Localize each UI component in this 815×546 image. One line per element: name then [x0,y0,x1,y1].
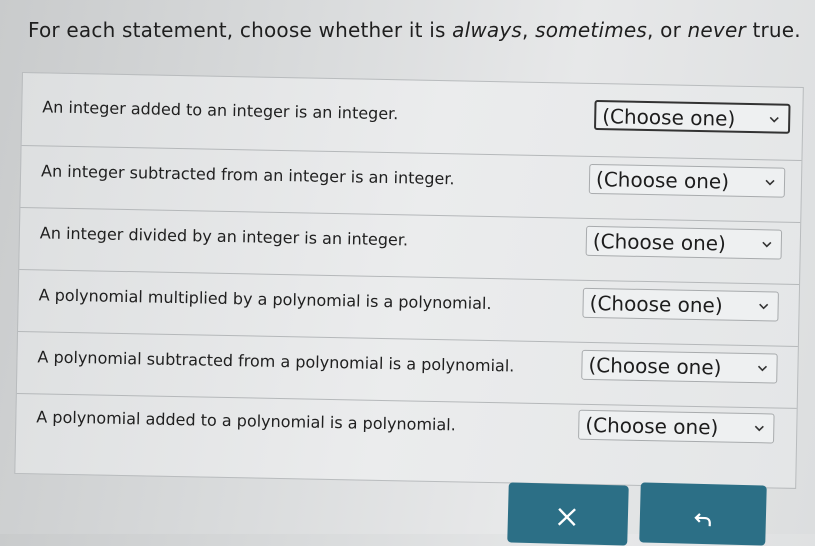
chevron-down-icon [762,241,772,248]
select-value: (Choose one) [589,290,723,318]
instructions-sometimes: sometimes [535,18,648,42]
instructions-never: never [687,18,746,42]
answer-select[interactable]: (Choose one) [588,163,786,198]
undo-button[interactable] [639,482,767,546]
statement-text: An integer subtracted from an integer is… [40,161,455,189]
chevron-down-icon [754,425,764,432]
chevron-down-icon [759,303,769,310]
instructions-sep2: , or [647,18,688,42]
statement-text: A polynomial added to a polynomial is a … [36,407,456,435]
answer-select[interactable]: (Choose one) [578,409,775,444]
statement-text: A polynomial subtracted from a polynomia… [37,347,515,376]
statements-panel: An integer added to an integer is an int… [14,72,804,489]
statement-text: An integer added to an integer is an int… [42,97,399,124]
answer-select[interactable]: (Choose one) [582,287,779,322]
instructions-sep1: , [522,18,536,42]
statement-row-1: An integer added to an integer is an int… [42,89,791,155]
select-value: (Choose one) [585,412,719,440]
instructions-always: always [452,18,523,42]
select-value: (Choose one) [588,352,722,380]
select-value: (Choose one) [592,228,727,256]
instructions: For each statement, choose whether it is… [28,18,801,42]
chevron-down-icon [757,365,768,372]
select-value: (Choose one) [595,167,730,194]
chevron-down-icon [769,116,779,123]
select-value: (Choose one) [602,104,736,131]
answer-select[interactable]: (Choose one) [581,349,778,384]
close-icon [557,507,576,527]
instructions-prefix: For each statement, choose whether it is [28,18,453,42]
statement-row-6: A polynomial added to a polynomial is a … [36,399,777,465]
chevron-down-icon [765,179,775,186]
answer-select[interactable]: (Choose one) [593,99,791,134]
statement-text: A polynomial multiplied by a polynomial … [38,285,492,314]
clear-button[interactable] [507,482,629,546]
answer-select[interactable]: (Choose one) [585,225,783,260]
undo-icon [694,513,711,527]
instructions-suffix: true. [745,18,801,42]
statement-text: An integer divided by an integer is an i… [39,223,409,250]
